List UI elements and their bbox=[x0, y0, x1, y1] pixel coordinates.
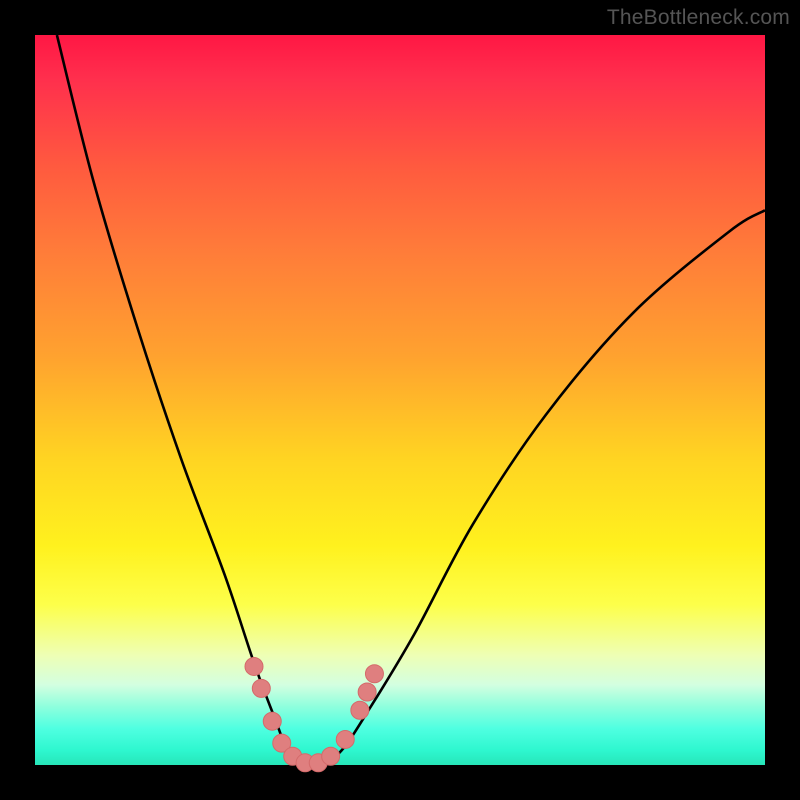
highlight-dots bbox=[245, 657, 383, 771]
highlight-dot bbox=[252, 679, 270, 697]
curve-layer bbox=[35, 35, 765, 765]
highlight-dot bbox=[322, 747, 340, 765]
highlight-dot bbox=[336, 730, 354, 748]
highlight-dot bbox=[263, 712, 281, 730]
highlight-dot bbox=[351, 701, 369, 719]
bottleneck-curve bbox=[57, 35, 765, 766]
chart-frame: TheBottleneck.com bbox=[0, 0, 800, 800]
watermark-text: TheBottleneck.com bbox=[607, 6, 790, 30]
highlight-dot bbox=[358, 683, 376, 701]
highlight-dot bbox=[365, 665, 383, 683]
highlight-dot bbox=[245, 657, 263, 675]
